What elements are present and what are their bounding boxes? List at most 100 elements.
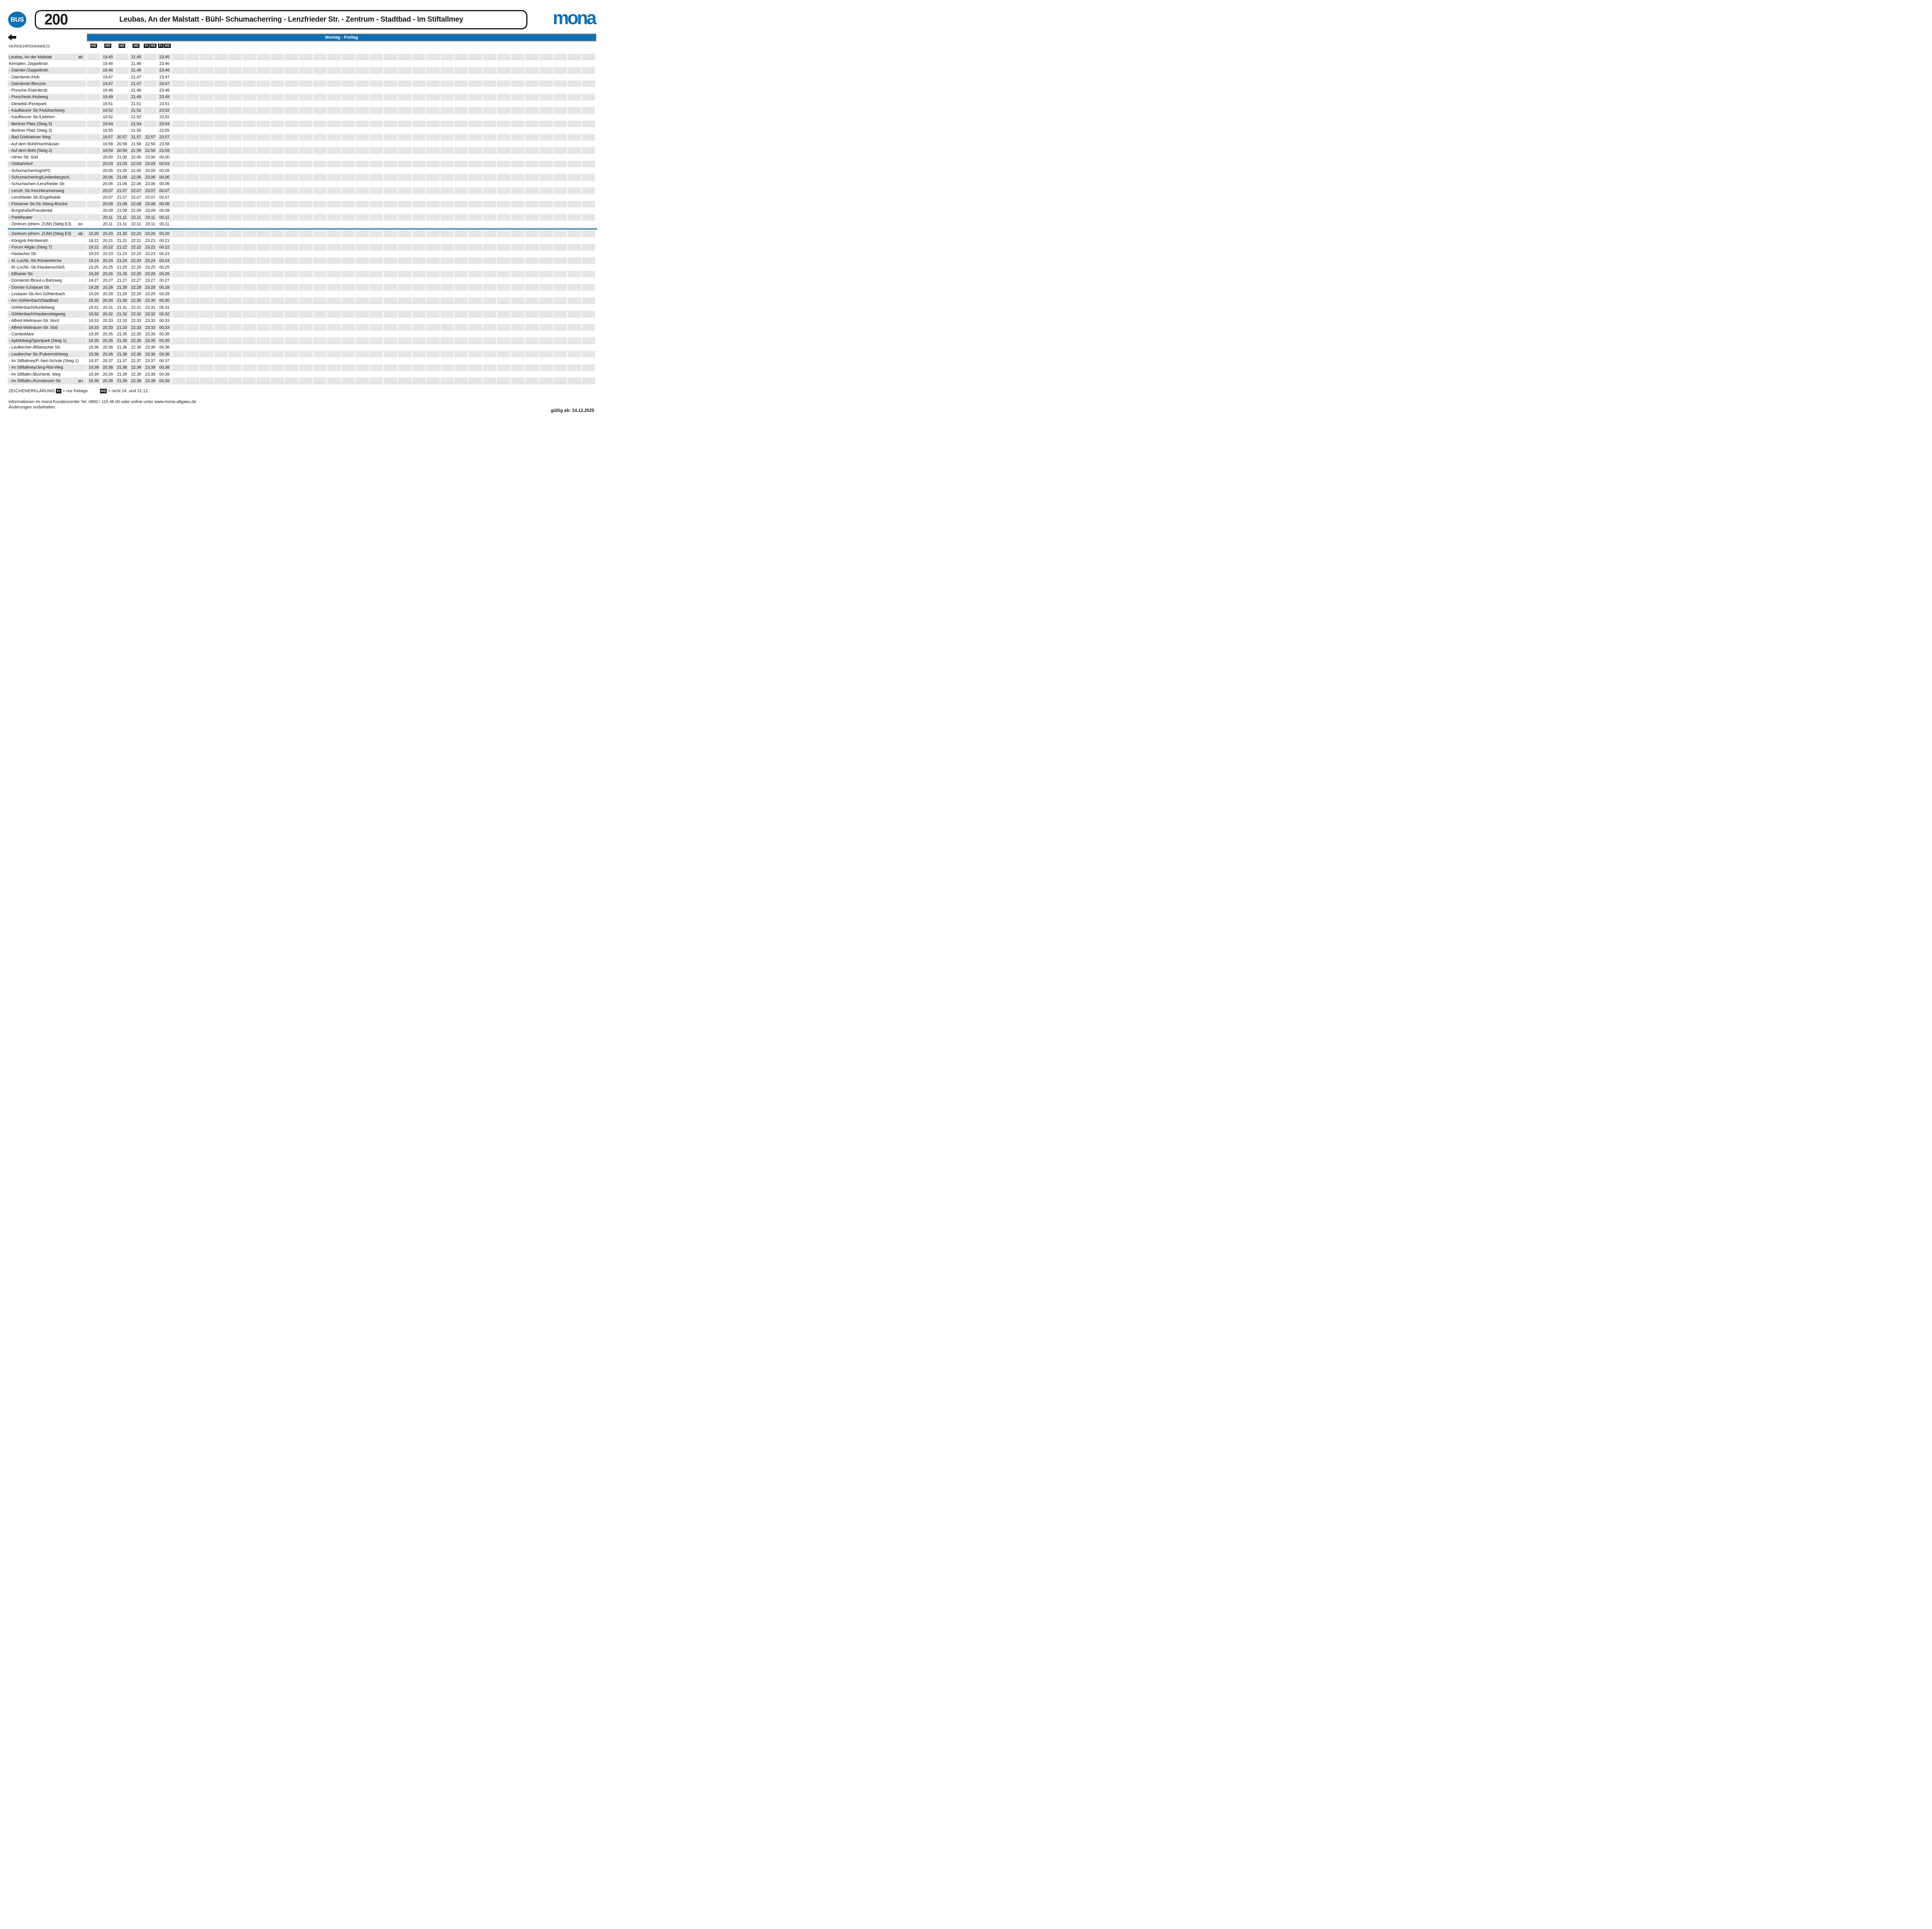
- time-cell: [497, 221, 510, 227]
- time-cell: [384, 174, 397, 180]
- time-cell: 23.11: [143, 221, 157, 227]
- time-cell: [384, 87, 397, 94]
- time-cell: [497, 311, 510, 317]
- time-cell: [285, 187, 298, 194]
- time-cell: 22.20: [129, 231, 143, 237]
- time-cell: [568, 311, 581, 317]
- hs-badge: HS: [90, 44, 97, 48]
- time-cell: [469, 167, 482, 174]
- time-cell: [511, 167, 525, 174]
- time-cell: [539, 154, 553, 160]
- time-cell: [299, 264, 313, 270]
- time-cell: [299, 187, 313, 194]
- time-cell: [440, 174, 454, 180]
- time-cell: [228, 74, 242, 80]
- time-cell: [172, 324, 185, 331]
- time-cell: [483, 277, 497, 284]
- timetable-row: - Berliner Platz (Steig 3)19.5521.5523.5…: [8, 127, 597, 134]
- time-cell: [582, 80, 595, 87]
- time-cell: [511, 304, 525, 311]
- time-cell: [539, 194, 553, 201]
- time-cell: [539, 167, 553, 174]
- stop-name-cell: - Kaufbeurer Str./Holzbachweg: [8, 107, 86, 114]
- time-cell: 19.52: [101, 107, 115, 114]
- time-cell: [426, 291, 440, 297]
- time-cell: [355, 167, 369, 174]
- time-cell: [214, 364, 228, 371]
- time-cell: [243, 87, 256, 94]
- time-cell: [172, 221, 185, 227]
- time-cell: [271, 357, 284, 364]
- time-cell: [200, 264, 214, 270]
- fr-badge: Fr: [56, 389, 61, 393]
- badge-col-29: [483, 43, 497, 49]
- time-cell: [355, 94, 369, 100]
- time-cell: [214, 324, 228, 331]
- time-cell: [370, 244, 383, 250]
- time-cell: [172, 121, 185, 127]
- time-cell: [271, 221, 284, 227]
- time-cell: [483, 337, 497, 344]
- time-cell: 19.36: [87, 344, 100, 351]
- time-cell: [327, 357, 341, 364]
- time-cell: [342, 264, 355, 270]
- time-cell: [285, 291, 298, 297]
- time-cell: [228, 237, 242, 244]
- time-cell: [342, 134, 355, 141]
- time-cell: [483, 194, 497, 201]
- time-cell: [539, 357, 553, 364]
- time-cell: 21.31: [115, 304, 129, 311]
- time-cell: [355, 141, 369, 147]
- time-cell: 20.07: [101, 194, 115, 201]
- time-cell: [186, 251, 199, 257]
- time-cell: [412, 244, 426, 250]
- time-cell: 00.07: [158, 194, 171, 201]
- time-cell: [243, 54, 256, 60]
- time-cell: [497, 277, 510, 284]
- stop-name-cell: - Göhlenbach/Haubensteigweg: [8, 311, 86, 317]
- time-cell: [582, 94, 595, 100]
- time-cell: [370, 154, 383, 160]
- time-cell: 22.29: [129, 291, 143, 297]
- time-cell: [271, 291, 284, 297]
- time-cell: [454, 161, 468, 167]
- time-cell: 22.59: [143, 147, 157, 154]
- time-cell: [313, 231, 327, 237]
- stop-name-cell: - Im Stiftallmey/Jerg-Rist-Weg: [8, 364, 86, 371]
- time-cell: [87, 214, 100, 221]
- time-cell: [398, 181, 412, 187]
- time-cell: 21.47: [129, 74, 143, 80]
- time-cell: [327, 364, 341, 371]
- time-cell: [370, 147, 383, 154]
- time-cell: [327, 264, 341, 270]
- time-cell: [342, 214, 355, 221]
- stop-name-cell: - Königstr./Hirnbeinstr.: [8, 237, 86, 244]
- time-cell: [186, 107, 199, 114]
- time-cell: 20.36: [101, 351, 115, 357]
- time-cell: [554, 74, 567, 80]
- time-cell: [398, 54, 412, 60]
- time-cell: [454, 154, 468, 160]
- time-cell: [426, 337, 440, 344]
- time-cell: [582, 154, 595, 160]
- time-cell: [582, 74, 595, 80]
- time-cell: [412, 167, 426, 174]
- time-cell: [228, 100, 242, 107]
- time-cell: [370, 311, 383, 317]
- time-cell: 00.22: [158, 244, 171, 250]
- time-cell: [299, 244, 313, 250]
- time-cell: [271, 344, 284, 351]
- timetable-row: - M.-Lochb.-Str./Klosterkirche19.2420.24…: [8, 257, 597, 264]
- time-cell: [214, 114, 228, 121]
- time-cell: [426, 251, 440, 257]
- time-cell: [257, 100, 270, 107]
- time-cell: [525, 277, 539, 284]
- badge-col-15: [285, 43, 298, 49]
- time-cell: [355, 121, 369, 127]
- time-cell: [554, 371, 567, 378]
- time-cell: 20.07: [101, 187, 115, 194]
- time-cell: [511, 80, 525, 87]
- time-cell: [454, 337, 468, 344]
- time-cell: [172, 100, 185, 107]
- time-cell: [271, 298, 284, 304]
